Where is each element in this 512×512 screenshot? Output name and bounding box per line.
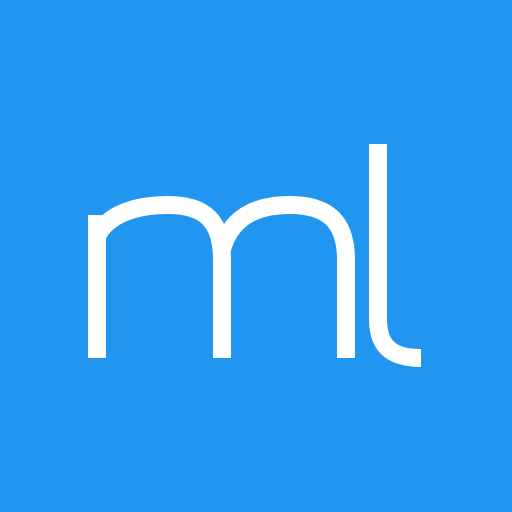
ml-logo: ml <box>88 144 422 367</box>
logo-letter-m-arch-1 <box>88 196 231 358</box>
app-icon: ml <box>0 0 512 512</box>
logo-letter-m-arch-2 <box>213 196 355 358</box>
logo-letter-l <box>369 144 422 367</box>
